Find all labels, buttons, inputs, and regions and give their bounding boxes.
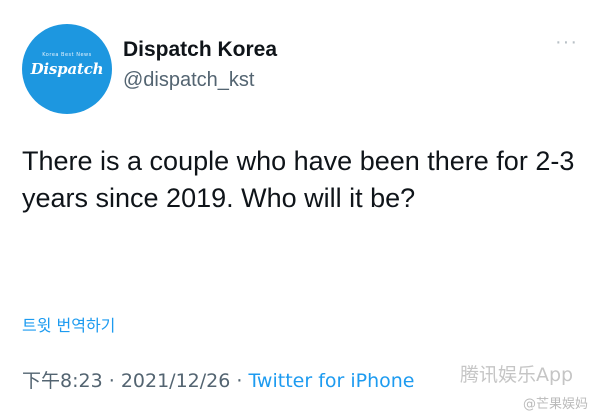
meta-separator: · [108,370,115,392]
weibo-watermark: @芒果娱妈 [522,397,588,412]
tweet-card: Korea Best News Dispatch Dispatch Korea … [0,0,600,414]
tweet-meta: 下午8:23 · 2021/12/26 · Twitter for iPhone [22,366,415,393]
tweet-date[interactable]: 2021/12/26 [121,370,231,392]
tweet-text: There is a couple who have been there fo… [22,146,575,213]
app-watermark: 腾讯娱乐App [460,364,574,386]
tweet-time[interactable]: 下午8:23 [22,370,103,392]
meta-separator: · [236,370,243,392]
avatar-logo-text: Dispatch [30,60,104,78]
display-name[interactable]: Dispatch Korea [123,38,277,62]
translate-tweet-link[interactable]: 트윗 번역하기 [22,312,115,336]
user-handle[interactable]: @dispatch_kst [123,69,254,92]
more-options-icon[interactable]: ··· [555,32,578,52]
avatar[interactable]: Korea Best News Dispatch [22,24,112,114]
tweet-source-link[interactable]: Twitter for iPhone [248,370,414,392]
avatar-tagline: Korea Best News [42,52,92,58]
